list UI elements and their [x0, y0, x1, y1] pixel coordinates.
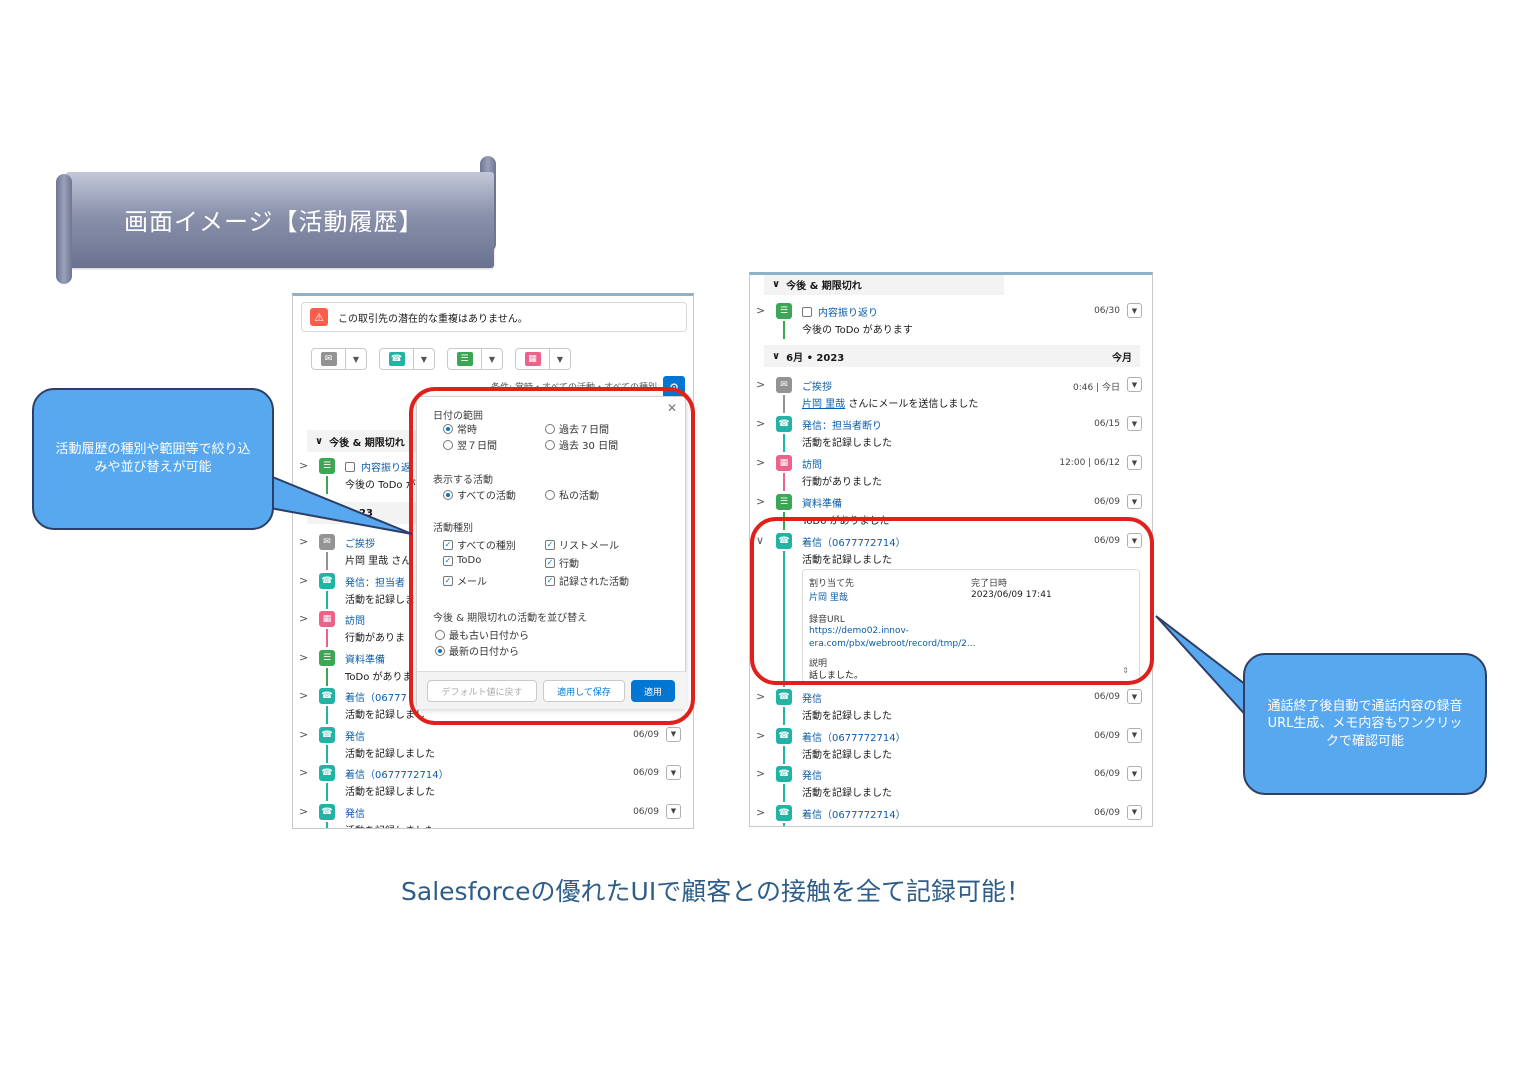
left-callout-tail	[269, 474, 413, 535]
right-callout: 通話終了後自動で通話内容の録音URL生成、メモ内容もワンクリックで確認可能	[1243, 653, 1487, 795]
right-callout-tail	[1155, 615, 1251, 723]
left-callout: 活動履歴の種別や範囲等で絞り込みや並び替えが可能	[32, 388, 274, 530]
callout-tails	[269, 474, 1251, 723]
footer-caption: Salesforceの優れたUIで顧客との接触を全て記録可能！	[401, 877, 1031, 906]
